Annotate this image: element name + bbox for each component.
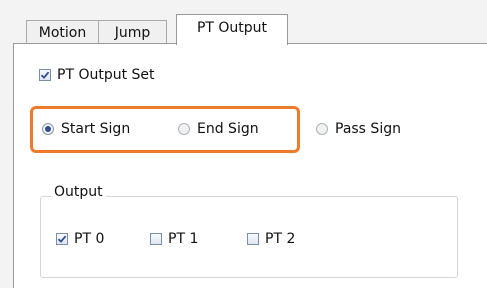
radio-pass-sign[interactable]: Pass Sign [316, 121, 401, 137]
tab-pt-output-label: PT Output [196, 20, 268, 36]
pt-output-set-label: PT Output Set [57, 67, 155, 83]
pt0-checkbox[interactable]: PT 0 [56, 231, 104, 247]
pt2-checkbox[interactable]: PT 2 [247, 231, 295, 247]
output-group-title: Output [51, 184, 106, 200]
pt2-label: PT 2 [265, 231, 296, 247]
pt-output-set-checkbox[interactable]: PT Output Set [39, 67, 155, 83]
pt1-label: PT 1 [168, 231, 199, 247]
checkbox-unchecked-icon [150, 233, 162, 245]
pt0-label: PT 0 [74, 231, 105, 247]
pass-sign-label: Pass Sign [335, 121, 401, 137]
checkbox-checked-icon [56, 233, 68, 245]
radio-end-sign[interactable]: End Sign [178, 121, 259, 137]
radio-unselected-icon [316, 123, 328, 135]
radio-start-sign[interactable]: Start Sign [42, 121, 130, 137]
pt1-checkbox[interactable]: PT 1 [150, 231, 198, 247]
checkbox-checked-icon [39, 69, 51, 81]
tab-jump[interactable]: Jump [98, 20, 167, 44]
start-sign-label: Start Sign [61, 121, 131, 137]
end-sign-label: End Sign [197, 121, 259, 137]
tab-motion[interactable]: Motion [26, 20, 99, 44]
tab-jump-label: Jump [114, 24, 151, 41]
checkbox-unchecked-icon [247, 233, 259, 245]
tab-pt-output[interactable]: PT Output [176, 14, 288, 45]
radio-selected-icon [42, 123, 54, 135]
tab-motion-label: Motion [38, 24, 87, 41]
radio-unselected-icon [178, 123, 190, 135]
